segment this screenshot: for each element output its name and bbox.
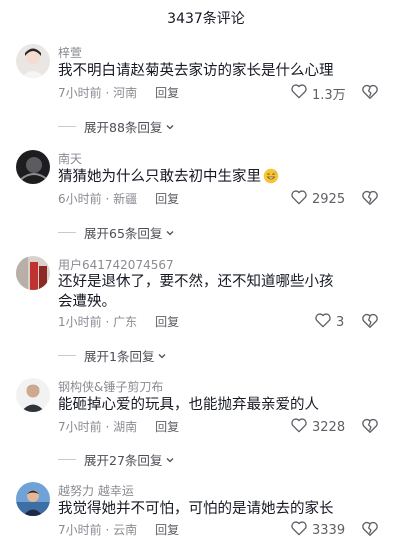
like-count: 3 <box>336 314 345 330</box>
avatar[interactable] <box>16 150 50 184</box>
comment-text: 能砸掉心爱的玩具，也能抛弃最亲爱的人 <box>58 397 319 413</box>
heart-outline-icon <box>290 83 312 103</box>
comment-meta: 7小时前 · 云南 回复 <box>58 521 179 538</box>
heart-outline-icon <box>290 189 312 209</box>
chevron-down-icon <box>165 455 175 465</box>
comment-count-title: 3437条评论 <box>167 11 245 27</box>
expand-replies-label: 展开65条回复 <box>84 226 163 241</box>
expand-replies-button[interactable]: 展开27条回复 <box>58 450 175 469</box>
chevron-down-icon <box>165 122 175 132</box>
expand-replies-label: 展开1条回复 <box>84 349 155 364</box>
like-count: 1.3万 <box>312 87 346 103</box>
reply-button[interactable]: 回复 <box>155 313 179 330</box>
divider-line <box>58 355 76 356</box>
divider-line <box>58 126 76 127</box>
comment-time-location: 7小时前 · 湖南 <box>58 420 138 434</box>
divider-line <box>58 459 76 460</box>
avatar[interactable] <box>16 378 50 412</box>
comment-text: 猜猜她为什么只敢去初中生家里 <box>58 167 338 187</box>
expand-replies-button[interactable]: 展开88条回复 <box>58 117 175 136</box>
like-button[interactable]: 1.3万 <box>290 83 346 103</box>
reply-button[interactable]: 回复 <box>155 84 179 101</box>
comment-text: 还好是退休了，要不然，还不知道哪些小孩会遭殃。 <box>58 274 334 310</box>
comment-text: 我不明白请赵菊英去家访的家长是什么心理 <box>58 63 334 79</box>
reply-button[interactable]: 回复 <box>155 190 179 207</box>
chevron-down-icon <box>157 351 167 361</box>
like-button[interactable]: 2925 <box>290 189 345 209</box>
like-count: 3228 <box>312 419 346 435</box>
like-count: 3339 <box>312 522 346 538</box>
comment-username[interactable]: 钢构侠&锤子剪刀布 <box>58 378 163 395</box>
expand-replies-label: 展开27条回复 <box>84 453 163 468</box>
like-count: 2925 <box>312 191 346 207</box>
comments-header: 3437条评论 <box>0 0 412 36</box>
like-button[interactable]: 3339 <box>290 520 345 540</box>
comment-time-location: 6小时前 · 新疆 <box>58 192 138 206</box>
comment-text: 我觉得她并不可怕，可怕的是请她去的家长 <box>58 501 334 517</box>
avatar[interactable] <box>16 256 50 290</box>
comment-text-content: 猜猜她为什么只敢去初中生家里 <box>58 169 261 185</box>
heart-outline-icon <box>314 312 336 332</box>
heart-outline-icon <box>290 520 312 540</box>
comment-time-location: 1小时前 · 广东 <box>58 315 138 329</box>
comment-meta: 6小时前 · 新疆 回复 <box>58 190 179 207</box>
broken-heart-icon[interactable] <box>361 312 379 330</box>
expand-replies-button[interactable]: 展开65条回复 <box>58 223 175 242</box>
chevron-down-icon <box>165 228 175 238</box>
like-button[interactable]: 3 <box>314 312 344 332</box>
avatar[interactable] <box>16 482 50 516</box>
comment-time-location: 7小时前 · 云南 <box>58 523 138 537</box>
expand-replies-button[interactable]: 展开1条回复 <box>58 346 167 365</box>
comment-time-location: 7小时前 · 河南 <box>58 86 138 100</box>
grinning-sweat-emoji <box>263 168 279 184</box>
comment-meta: 7小时前 · 河南 回复 <box>58 84 179 101</box>
comment-meta: 7小时前 · 湖南 回复 <box>58 418 179 435</box>
reply-button[interactable]: 回复 <box>155 418 179 435</box>
heart-outline-icon <box>290 417 312 437</box>
comment-meta: 1小时前 · 广东 回复 <box>58 313 179 330</box>
comment-username[interactable]: 越努力 越幸运 <box>58 482 134 499</box>
like-button[interactable]: 3228 <box>290 417 345 437</box>
comment-username[interactable]: 梓萱 <box>58 44 82 61</box>
comment-username[interactable]: 用户641742074567 <box>58 256 174 273</box>
reply-button[interactable]: 回复 <box>155 521 179 538</box>
avatar[interactable] <box>16 44 50 78</box>
divider-line <box>58 232 76 233</box>
expand-replies-label: 展开88条回复 <box>84 120 163 135</box>
broken-heart-icon[interactable] <box>361 189 379 207</box>
comment-username[interactable]: 南天 <box>58 150 82 167</box>
broken-heart-icon[interactable] <box>361 83 379 101</box>
broken-heart-icon[interactable] <box>361 520 379 538</box>
broken-heart-icon[interactable] <box>361 417 379 435</box>
